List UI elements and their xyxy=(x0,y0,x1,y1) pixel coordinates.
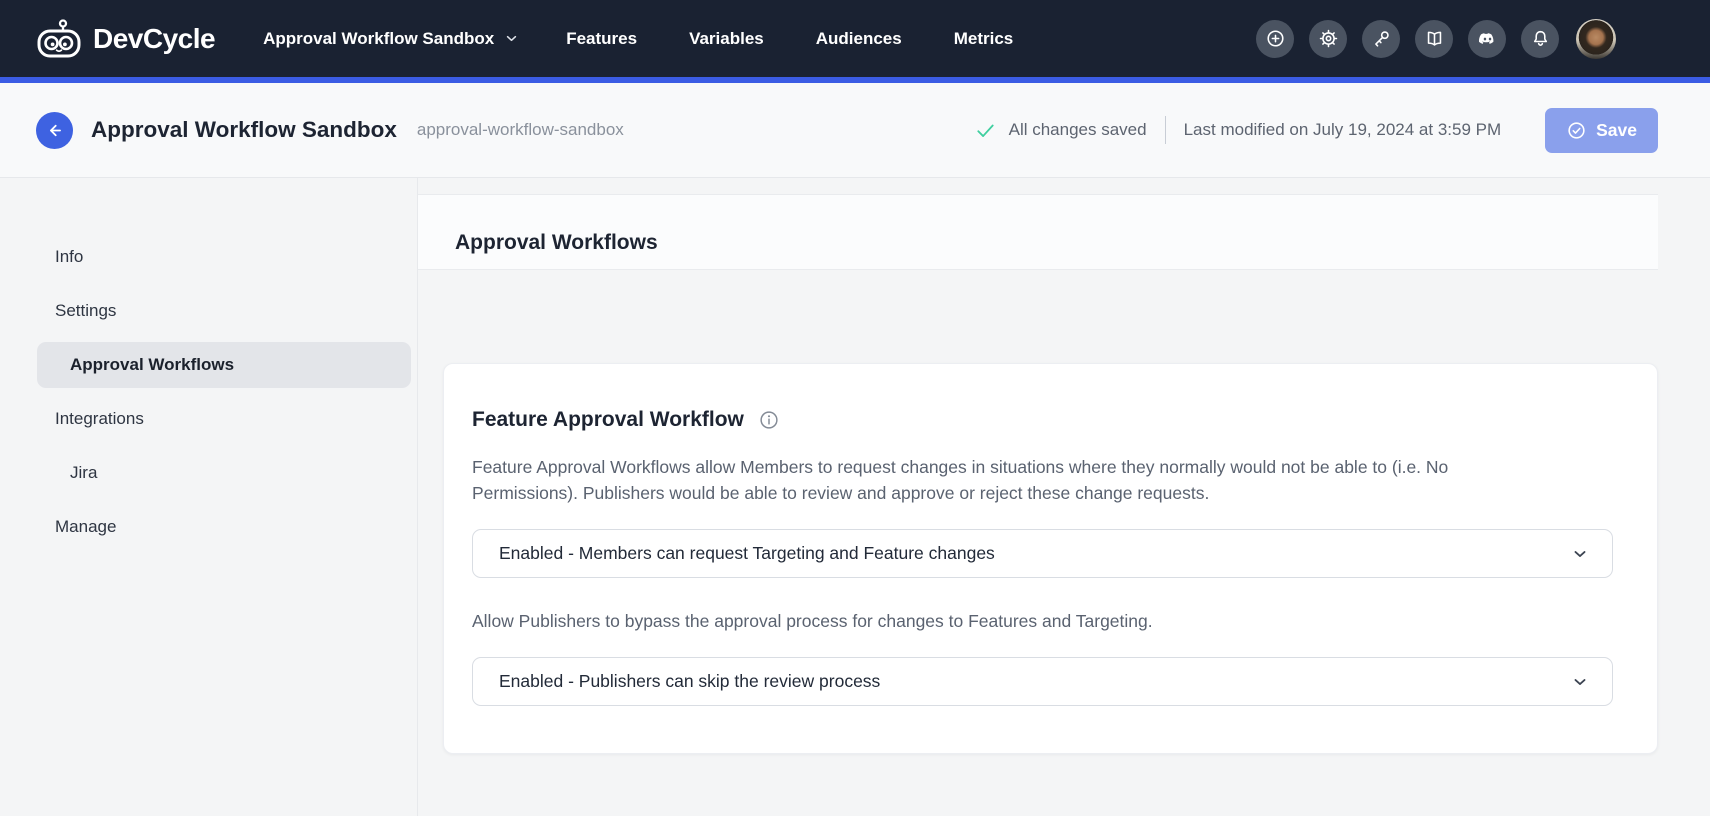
save-button[interactable]: Save xyxy=(1545,108,1658,153)
member-approval-select[interactable]: Enabled - Members can request Targeting … xyxy=(472,529,1613,578)
settings-button[interactable] xyxy=(1309,20,1347,58)
back-button[interactable] xyxy=(36,112,73,149)
last-modified-label: Last modified on July 19, 2024 at 3:59 P… xyxy=(1184,120,1502,140)
chevron-down-icon xyxy=(503,30,520,47)
save-status: All changes saved xyxy=(974,119,1147,142)
feature-approval-workflow-card: Feature Approval Workflow Feature Approv… xyxy=(443,363,1658,754)
body-row: Info Settings Approval Workflows Integra… xyxy=(0,178,1710,816)
chevron-down-icon xyxy=(1570,544,1590,564)
discord-button[interactable] xyxy=(1468,20,1506,58)
devcycle-app: DevCycle Approval Workflow Sandbox Featu… xyxy=(0,0,1710,816)
sidebar-item-approval-workflows[interactable]: Approval Workflows xyxy=(37,342,411,388)
api-keys-button[interactable] xyxy=(1362,20,1400,58)
top-navbar: DevCycle Approval Workflow Sandbox Featu… xyxy=(0,0,1710,77)
nav-link-variables[interactable]: Variables xyxy=(689,29,764,49)
page-title: Approval Workflow Sandbox xyxy=(91,117,397,143)
nav-link-audiences[interactable]: Audiences xyxy=(816,29,902,49)
save-status-label: All changes saved xyxy=(1009,120,1147,140)
check-icon xyxy=(974,119,997,142)
project-selector-label: Approval Workflow Sandbox xyxy=(263,29,494,49)
sidebar-item-integrations[interactable]: Integrations xyxy=(37,396,411,442)
primary-nav: Features Variables Audiences Metrics xyxy=(566,29,1013,49)
card-title: Feature Approval Workflow xyxy=(472,408,744,432)
publisher-bypass-select-value: Enabled - Publishers can skip the review… xyxy=(499,671,880,692)
settings-sidebar: Info Settings Approval Workflows Integra… xyxy=(0,178,418,816)
book-icon xyxy=(1424,28,1445,49)
page-header: Approval Workflow Sandbox approval-workf… xyxy=(0,83,1710,178)
notifications-button[interactable] xyxy=(1521,20,1559,58)
sidebar-item-info[interactable]: Info xyxy=(37,234,411,280)
save-button-label: Save xyxy=(1596,120,1637,141)
chevron-down-icon xyxy=(1570,672,1590,692)
main-content: Approval Workflows Feature Approval Work… xyxy=(418,178,1710,816)
devcycle-robot-icon xyxy=(36,19,82,59)
publisher-bypass-select[interactable]: Enabled - Publishers can skip the review… xyxy=(472,657,1613,706)
devcycle-logo[interactable]: DevCycle xyxy=(36,19,215,59)
info-icon[interactable] xyxy=(758,409,780,431)
sidebar-item-manage[interactable]: Manage xyxy=(37,504,411,550)
gear-icon xyxy=(1318,28,1339,49)
create-new-button[interactable] xyxy=(1256,20,1294,58)
nav-link-metrics[interactable]: Metrics xyxy=(954,29,1014,49)
sidebar-item-settings[interactable]: Settings xyxy=(37,288,411,334)
check-circle-icon xyxy=(1566,120,1587,141)
arrow-left-icon xyxy=(45,121,64,140)
sidebar-item-jira[interactable]: Jira xyxy=(37,450,411,496)
section-header: Approval Workflows xyxy=(418,194,1658,270)
section-title: Approval Workflows xyxy=(455,231,658,255)
divider xyxy=(1165,116,1166,144)
navbar-actions xyxy=(1256,19,1616,59)
bypass-label: Allow Publishers to bypass the approval … xyxy=(472,608,1532,634)
documentation-button[interactable] xyxy=(1415,20,1453,58)
user-avatar[interactable] xyxy=(1576,19,1616,59)
project-slug: approval-workflow-sandbox xyxy=(417,120,624,140)
key-icon xyxy=(1371,28,1392,49)
card-title-row: Feature Approval Workflow xyxy=(472,408,1613,432)
brand-name: DevCycle xyxy=(93,23,215,55)
card-description: Feature Approval Workflows allow Members… xyxy=(472,454,1532,506)
discord-icon xyxy=(1477,28,1498,49)
bell-icon xyxy=(1530,28,1551,49)
plus-circle-icon xyxy=(1265,28,1286,49)
project-selector[interactable]: Approval Workflow Sandbox xyxy=(263,29,520,49)
nav-link-features[interactable]: Features xyxy=(566,29,637,49)
member-approval-select-value: Enabled - Members can request Targeting … xyxy=(499,543,995,564)
